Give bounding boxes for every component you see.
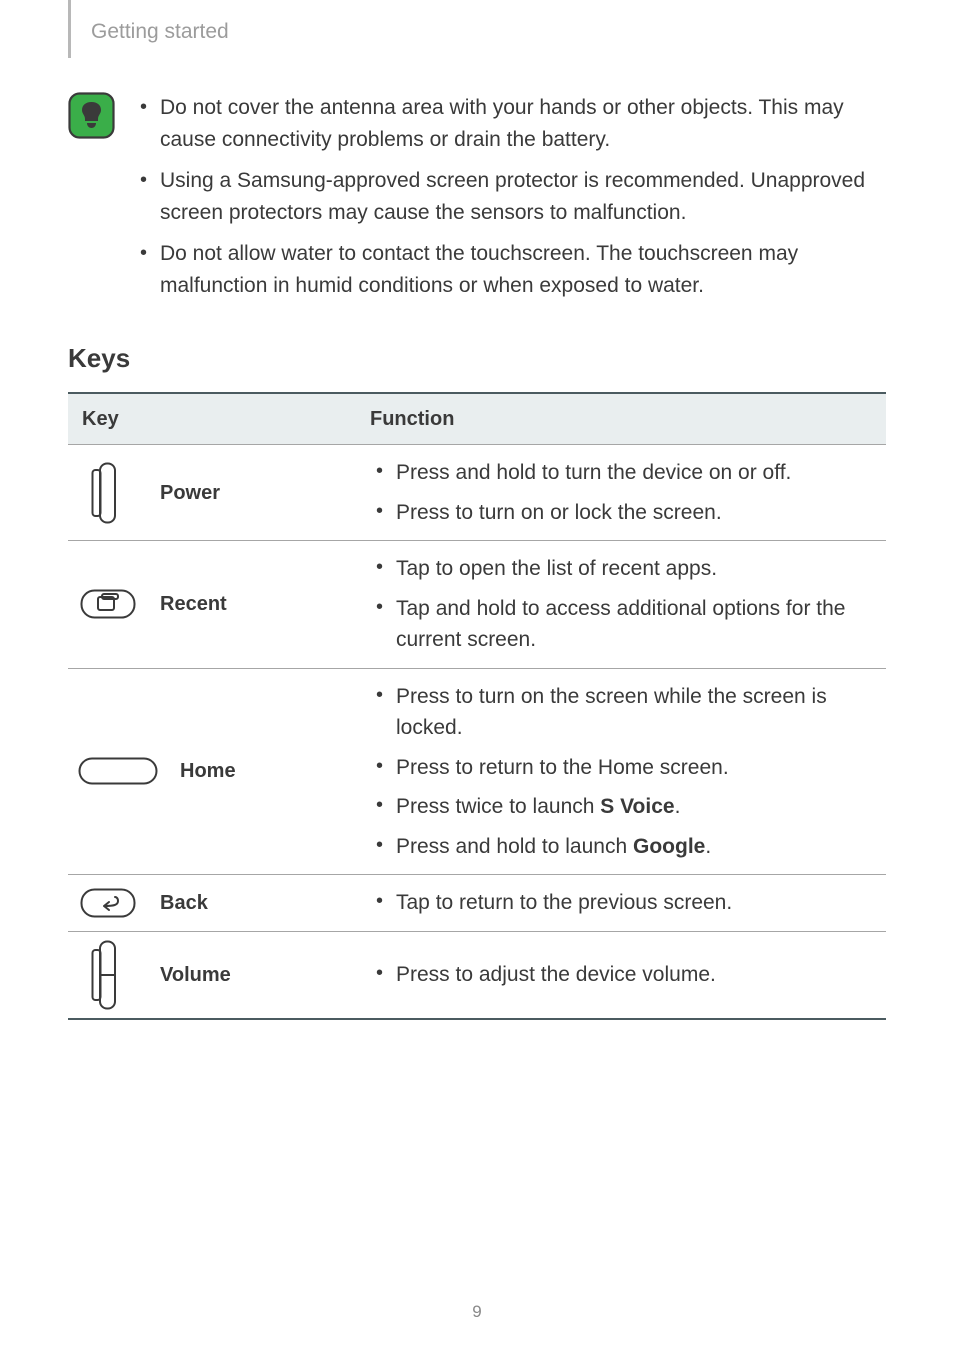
key-cell: Home — [68, 668, 356, 875]
function-text: . — [675, 795, 681, 818]
function-list: Press to adjust the device volume. — [366, 955, 876, 995]
function-text: Tap and hold to access additional option… — [396, 597, 845, 652]
function-text: Press to turn on the screen while the sc… — [396, 685, 827, 740]
function-list: Press to turn on the screen while the sc… — [366, 677, 876, 867]
key-label: Volume — [138, 960, 231, 990]
volume-key-icon — [78, 940, 138, 1010]
function-text: Press twice to launch — [396, 795, 600, 818]
function-item: Press and hold to launch Google. — [372, 827, 870, 867]
alert-icon — [68, 92, 121, 311]
breadcrumb-bar — [68, 0, 71, 58]
table-header-key: Key — [68, 393, 356, 445]
function-item: Press and hold to turn the device on or … — [372, 453, 870, 493]
key-label: Home — [158, 756, 236, 786]
breadcrumb-text: Getting started — [91, 0, 229, 58]
key-cell: Volume — [68, 931, 356, 1019]
function-item: Tap to open the list of recent apps. — [372, 549, 870, 589]
key-label: Back — [138, 888, 208, 918]
function-text: Tap to return to the previous screen. — [396, 891, 732, 914]
home-key-icon — [78, 757, 158, 785]
recent-key-icon — [78, 589, 138, 619]
table-row: Volume Press to adjust the device volume. — [68, 931, 886, 1019]
function-text: Google — [633, 835, 705, 858]
function-cell: Press to turn on the screen while the sc… — [356, 668, 886, 875]
function-text: Press to turn on or lock the screen. — [396, 501, 722, 524]
keys-heading: Keys — [68, 339, 886, 378]
table-row: Home Press to turn on the screen while th… — [68, 668, 886, 875]
function-cell: Press and hold to turn the device on or … — [356, 445, 886, 541]
back-key-icon — [78, 888, 138, 918]
table-row: Back Tap to return to the previous screen… — [68, 875, 886, 932]
function-item: Press to turn on the screen while the sc… — [372, 677, 870, 748]
key-cell: Recent — [68, 541, 356, 669]
function-cell: Press to adjust the device volume. — [356, 931, 886, 1019]
function-cell: Tap to open the list of recent apps. Tap … — [356, 541, 886, 669]
key-label: Power — [138, 478, 220, 508]
table-row: Power Press and hold to turn the device o… — [68, 445, 886, 541]
function-item: Tap and hold to access additional option… — [372, 589, 870, 660]
table-header-function: Function — [356, 393, 886, 445]
function-cell: Tap to return to the previous screen. — [356, 875, 886, 932]
function-text: . — [705, 835, 711, 858]
function-text: S Voice — [600, 795, 674, 818]
power-key-icon — [78, 462, 138, 524]
function-list: Press and hold to turn the device on or … — [366, 453, 876, 532]
function-text: Press to adjust the device volume. — [396, 963, 716, 986]
function-item: Tap to return to the previous screen. — [372, 883, 870, 923]
keys-table: Key Function Power Press and hold to turn… — [68, 392, 886, 1020]
keys-table-body: Power Press and hold to turn the device o… — [68, 445, 886, 1019]
function-list: Tap to open the list of recent apps. Tap … — [366, 549, 876, 660]
notice-item: Do not allow water to contact the touchs… — [136, 238, 886, 301]
function-item: Press twice to launch S Voice. — [372, 787, 870, 827]
notice-block: Do not cover the antenna area with your … — [68, 92, 886, 311]
notice-item: Do not cover the antenna area with your … — [136, 92, 886, 155]
function-item: Press to turn on or lock the screen. — [372, 493, 870, 533]
key-label: Recent — [138, 589, 227, 619]
function-text: Press and hold to launch — [396, 835, 633, 858]
function-item: Press to return to the Home screen. — [372, 748, 870, 788]
notice-item: Using a Samsung-approved screen protecto… — [136, 165, 886, 228]
key-cell: Back — [68, 875, 356, 932]
function-text: Press to return to the Home screen. — [396, 756, 729, 779]
key-cell: Power — [68, 445, 356, 541]
function-text: Tap to open the list of recent apps. — [396, 557, 717, 580]
notice-list: Do not cover the antenna area with your … — [136, 92, 886, 311]
function-list: Tap to return to the previous screen. — [366, 883, 876, 923]
function-item: Press to adjust the device volume. — [372, 955, 870, 995]
breadcrumb: Getting started — [68, 0, 886, 58]
page-number: 9 — [0, 1299, 954, 1325]
table-row: Recent Tap to open the list of recent app… — [68, 541, 886, 669]
function-text: Press and hold to turn the device on or … — [396, 461, 791, 484]
